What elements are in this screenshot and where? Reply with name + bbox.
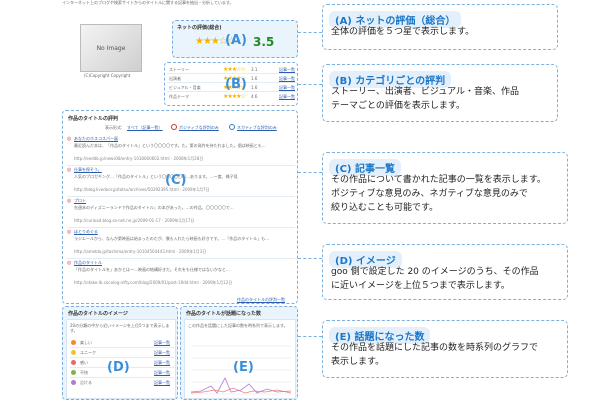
review-item: ◎ ほとりめぐる ラジエールから、なんか第映画は始まったのだが、僕も入れたら映画… [67,228,295,259]
callout-c-text-2: ポジティブな意見のみ、ネガティブな意見のみで [331,189,528,199]
marker-b: (B) [225,77,247,92]
buzz-panel-desc: この作品を話題にした記事の数を時系列で表示します。 [188,323,288,328]
callout-d-text-2: に近いイメージを上位５つまで表示します。 [331,281,510,291]
review-snippet: ラジエールから、なんか第映画は始まったのだが、僕も入れたら映画も好きです。…「作… [74,236,270,241]
category-rating-panel: ストーリー ★★★☆☆ 3.1 記事一覧 出演者 ★★★★☆ 1.6 記事一覧 … [164,62,298,106]
callout-e-text-1: その作品を話題にした記事の数を時系列のグラフで [331,343,539,353]
image-dot-icon [71,350,76,355]
review-source: http://ameblo.jp/tashima/entry-101045044… [74,249,207,254]
filter-negative-link[interactable]: ネガティブな評判のみ [237,125,277,130]
positive-icon: ◎ [67,136,72,142]
callout-c-text-1: その作品について書かれた記事の一覧を表示します。 [331,175,546,185]
callout-c: (C) 記事一覧 その作品について書かれた記事の一覧を表示します。 ポジティブな… [322,152,568,224]
image-row: 楽しい 記事一覧 [70,338,174,348]
callout-b-text-2: テーマごとの評価を表示します。 [331,101,466,111]
filter-all-link[interactable]: すべて（記事一覧） [127,125,163,130]
connector-c [298,172,322,173]
header-text: インターネット上のブログや検索サイトからのタイトルに関する記事を抽出・分析してい… [62,0,234,5]
callout-a: (A) ネットの評価（総合） 全体の評価を５つ星で表示します。 [322,4,558,50]
image-articles-link[interactable]: 記事一覧 [154,350,170,355]
filter-positive-link[interactable]: ポジティブな評判のみ [179,125,219,130]
callout-e: (E) 話題になった数 その作品を話題にした記事の数を時系列のグラフで 表示しま… [322,320,568,378]
category-articles-link[interactable]: 記事一覧 [279,94,295,99]
category-articles-link[interactable]: 記事一覧 [279,85,295,90]
positive-icon [171,124,177,130]
review-title-link[interactable]: 作品のタイトル [74,260,102,265]
review-title-link[interactable]: あなたのホスコスパー展 [74,136,118,141]
image-panel-desc: 20の分類の中から近いイメージを上位5つまで表示します。 [70,323,170,333]
review-source: http://curioad.blog.so-net.ne.jp/2009-01… [74,218,195,223]
copyright-text: (C)Copyright Copyright [84,73,131,78]
review-snippet: 先週末のディズニーランドで作品のタイトル」の本があった。…の作品、〇〇〇〇〇で… [74,205,234,210]
callout-e-text-2: 表示します。 [331,357,385,367]
marker-a: (A) [225,33,247,48]
image-panel: 作品のタイトルのイメージ 20の分類の中から近いイメージを上位5つまで表示します… [62,306,178,400]
overall-rating-panel: ネットの評価(総合) ★★★☆☆ (A) 3.5 [172,20,298,58]
marker-d: (D) [107,360,130,375]
image-panel-body: 20の分類の中から近いイメージを上位5つまで表示します。 楽しい 記事一覧 ユニ… [66,319,176,399]
callout-d-text-1: goo 側で設定した 20 のイメージのうち、その作品 [331,267,539,277]
category-articles-link[interactable]: 記事一覧 [279,67,295,72]
no-image-placeholder: No Image [80,24,142,72]
review-item: ◎ プロト 先週末のディズニーランドで作品のタイトル」の本があった。…の作品、〇… [67,197,295,228]
buzz-panel-body: この作品を話題にした記事の数を時系列で表示します。 (E) [184,319,296,399]
positive-icon: ◎ [67,260,72,266]
review-source: http://blog.livedoor.jp/tatsu/archives/5… [74,187,210,192]
callout-b-text-1: ストーリー、出演者、ビジュアル・音楽、作品 [331,87,520,97]
marker-c: (C) [165,173,187,188]
negative-icon [229,124,235,130]
image-dot-icon [71,340,76,345]
overall-score: 3.5 [253,35,275,49]
review-title-link[interactable]: ほとりめぐる [74,229,98,234]
image-articles-link[interactable]: 記事一覧 [154,370,170,375]
image-dot-icon [71,380,76,385]
connector-a [298,32,322,33]
positive-icon: ◎ [67,198,72,204]
image-dot-icon [71,360,76,365]
review-list-panel: 作品のタイトルの評判 表示形式: すべて（記事一覧） ポジティブな評判のみ ネガ… [62,110,298,304]
image-panel-title: 作品のタイトルのイメージ [68,311,128,317]
review-panel-title: 作品のタイトルの評判 [68,116,119,122]
review-title-link[interactable]: 仕事を探そう。 [74,167,102,172]
image-row: ユニーク 記事一覧 [70,348,174,358]
connector-d [298,258,322,314]
image-articles-link[interactable]: 記事一覧 [154,360,170,365]
category-row: 作品テーマ ★★★★☆ 4.6 記事一覧 [169,93,295,100]
review-item: ◎ 作品のタイトル 「作品のタイトルを」あかとはー…映画の結構好きだ。それをも仕… [67,259,295,290]
positive-icon: ◎ [67,229,72,235]
review-list-more-link[interactable]: 作品のタイトルの評判一覧 [237,297,285,302]
image-dot-icon [71,370,76,375]
callout-a-text: 全体の評価を５つ星で表示します。 [331,27,475,37]
buzz-panel: 作品のタイトルが話題になった数 この作品を話題にした記事の数を時系列で表示します… [180,306,298,400]
review-source: http://eeddb.jp/news08/entry-1018060602.… [74,156,204,161]
category-articles-link[interactable]: 記事一覧 [279,76,295,81]
callout-d: (D) イメージ goo 側で設定した 20 のイメージのうち、その作品 に近い… [322,244,568,300]
image-articles-link[interactable]: 記事一覧 [154,340,170,345]
filter-label: 表示形式: [105,125,123,130]
review-snippet: 最近読んだ本は、「作品のタイトル」という〇〇〇〇です。た。第の発作を持たれました… [74,143,266,148]
review-title-link[interactable]: プロト [74,198,86,203]
review-source: http://otake-lb.cocolog-nifty.com/blog/2… [74,280,233,285]
review-item: ◎ あなたのホスコスパー展 最近読んだ本は、「作品のタイトル」という〇〇〇〇です… [67,135,295,166]
buzz-panel-title: 作品のタイトルが話題になった数 [186,311,262,317]
callout-c-text-3: 絞り込むことも可能です。 [331,203,439,213]
image-row: 泣ける 記事一覧 [70,378,174,388]
callout-b: (B) カテゴリごとの評判 ストーリー、出演者、ビジュアル・音楽、作品 テーマご… [322,64,558,122]
positive-icon: ◎ [67,167,72,173]
overall-rating-label: ネットの評価(総合) [177,25,222,31]
review-snippet: 「作品のタイトルを」あかとはー…映画の結構好きだ。それをも仕様ではないかなと… [74,267,230,272]
connector-b [298,84,322,85]
category-row: ストーリー ★★★☆☆ 3.1 記事一覧 [167,66,297,74]
marker-e: (E) [233,360,254,375]
image-articles-link[interactable]: 記事一覧 [154,380,170,385]
connector-e [298,336,322,337]
no-image-label: No Image [96,44,126,52]
